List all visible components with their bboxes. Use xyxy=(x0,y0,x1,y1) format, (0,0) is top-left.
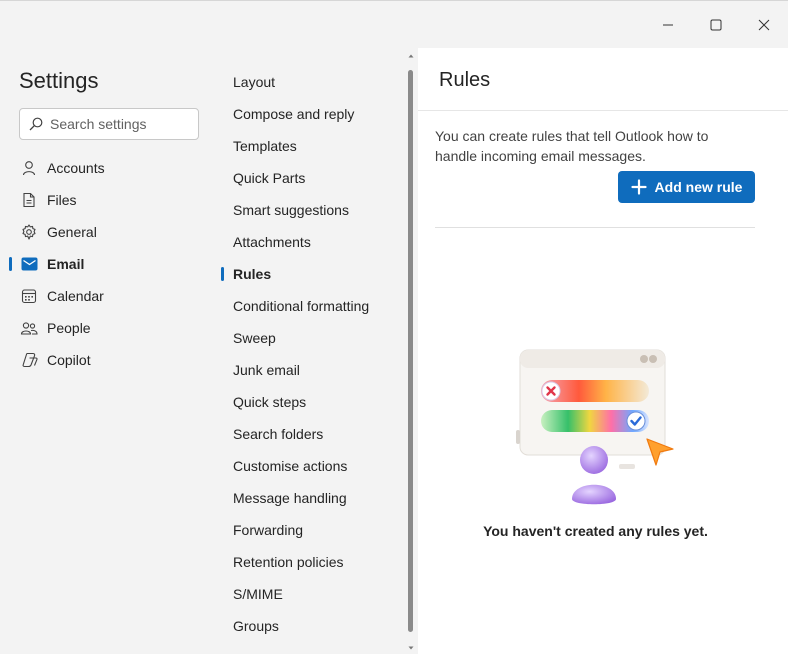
section-search-folders[interactable]: Search folders xyxy=(220,418,405,450)
scroll-thumb[interactable] xyxy=(408,70,413,632)
nav-item-copilot[interactable]: Copilot xyxy=(0,344,220,376)
section-layout[interactable]: Layout xyxy=(220,66,405,98)
section-message-handling[interactable]: Message handling xyxy=(220,482,405,514)
section-quick-steps[interactable]: Quick steps xyxy=(220,386,405,418)
nav-item-files[interactable]: Files xyxy=(0,184,220,216)
content-divider xyxy=(435,227,755,228)
add-new-rule-button[interactable]: Add new rule xyxy=(618,171,755,203)
document-icon xyxy=(20,191,38,209)
section-templates[interactable]: Templates xyxy=(220,130,405,162)
close-button[interactable] xyxy=(741,9,787,41)
minimize-button[interactable] xyxy=(645,9,691,41)
email-sections-panel: Layout Compose and reply Templates Quick… xyxy=(220,48,417,654)
rules-description: You can create rules that tell Outlook h… xyxy=(435,128,709,164)
copilot-icon xyxy=(20,351,38,369)
nav-item-accounts[interactable]: Accounts xyxy=(0,152,220,184)
nav-item-label: Files xyxy=(47,192,77,208)
nav-item-label: Accounts xyxy=(47,160,105,176)
section-forwarding[interactable]: Forwarding xyxy=(220,514,405,546)
scroll-down-arrow-icon[interactable] xyxy=(407,644,415,652)
nav-item-people[interactable]: People xyxy=(0,312,220,344)
maximize-icon xyxy=(710,19,722,31)
section-retention-policies[interactable]: Retention policies xyxy=(220,546,405,578)
gear-icon xyxy=(20,223,38,241)
section-compose-and-reply[interactable]: Compose and reply xyxy=(220,98,405,130)
add-new-rule-label: Add new rule xyxy=(654,179,743,195)
sections-scrollbar[interactable] xyxy=(406,48,416,654)
empty-state-message: You haven't created any rules yet. xyxy=(483,523,708,539)
title-bar xyxy=(0,0,788,48)
section-quick-parts[interactable]: Quick Parts xyxy=(220,162,405,194)
minimize-icon xyxy=(663,24,673,26)
section-groups[interactable]: Groups xyxy=(220,610,405,642)
nav-item-label: General xyxy=(47,224,97,240)
nav-item-email[interactable]: Email xyxy=(0,248,220,280)
page-title: Rules xyxy=(439,69,491,91)
close-icon xyxy=(758,19,770,31)
calendar-icon xyxy=(20,287,38,305)
nav-item-general[interactable]: General xyxy=(0,216,220,248)
empty-rules-illustration xyxy=(516,349,674,505)
section-smime[interactable]: S/MIME xyxy=(220,578,405,610)
section-conditional-formatting[interactable]: Conditional formatting xyxy=(220,290,405,322)
people-icon xyxy=(20,319,38,337)
settings-nav: Settings Accounts Files General xyxy=(0,48,220,654)
section-rules[interactable]: Rules xyxy=(220,258,405,290)
section-smart-suggestions[interactable]: Smart suggestions xyxy=(220,194,405,226)
section-junk-email[interactable]: Junk email xyxy=(220,354,405,386)
search-box[interactable] xyxy=(19,108,199,140)
settings-title: Settings xyxy=(19,68,99,93)
search-icon xyxy=(29,117,43,131)
search-input[interactable] xyxy=(50,116,190,132)
rules-panel: Rules You can create rules that tell Out… xyxy=(418,48,788,654)
nav-item-calendar[interactable]: Calendar xyxy=(0,280,220,312)
nav-item-label: People xyxy=(47,320,91,336)
section-customise-actions[interactable]: Customise actions xyxy=(220,450,405,482)
email-sections-list: Layout Compose and reply Templates Quick… xyxy=(220,66,405,642)
maximize-button[interactable] xyxy=(693,9,739,41)
section-sweep[interactable]: Sweep xyxy=(220,322,405,354)
section-attachments[interactable]: Attachments xyxy=(220,226,405,258)
nav-item-label: Copilot xyxy=(47,352,91,368)
nav-list: Accounts Files General Email Calendar Pe… xyxy=(0,152,220,376)
nav-item-label: Email xyxy=(47,256,85,272)
header-divider xyxy=(418,110,788,111)
plus-icon xyxy=(630,179,647,195)
mail-icon xyxy=(20,255,38,273)
nav-item-label: Calendar xyxy=(47,288,104,304)
scroll-up-arrow-icon[interactable] xyxy=(407,52,415,60)
person-icon xyxy=(20,159,38,177)
